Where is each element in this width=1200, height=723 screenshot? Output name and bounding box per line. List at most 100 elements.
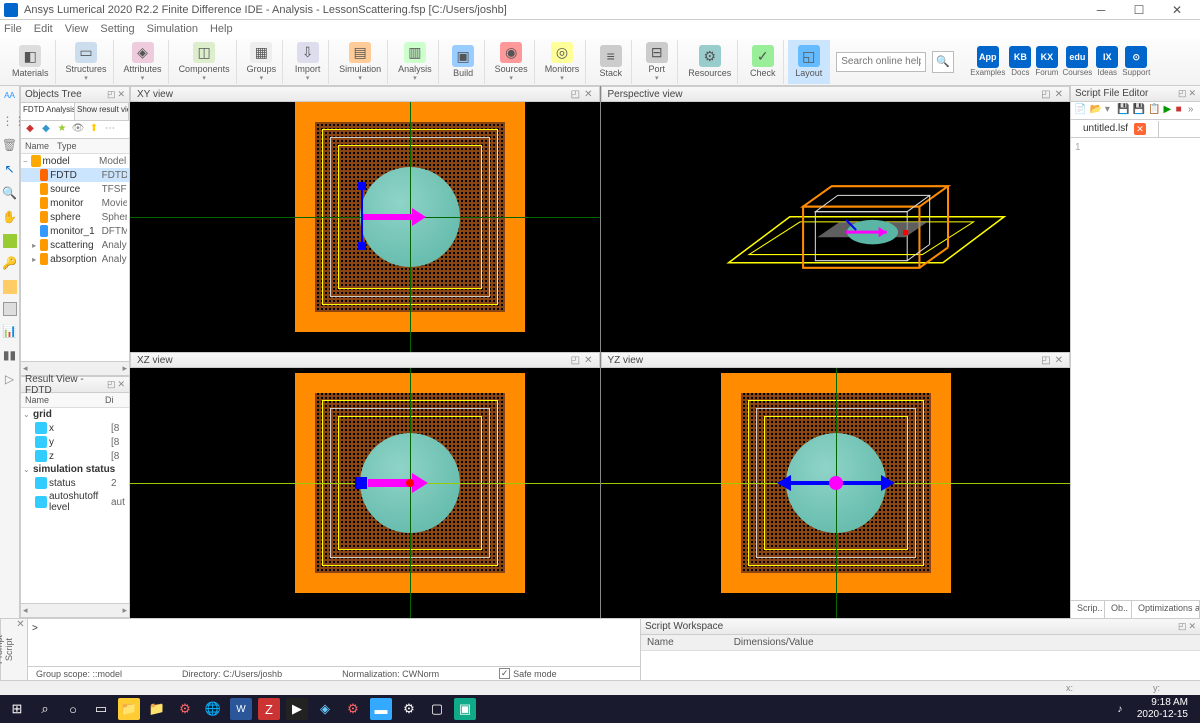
help-ix[interactable]: IX bbox=[1096, 46, 1118, 68]
ribbon-monitors[interactable]: ◎Monitors▾ bbox=[539, 40, 587, 84]
minimize-button[interactable]: ─ bbox=[1082, 0, 1120, 20]
tree-tool-6[interactable]: ⋯ bbox=[103, 123, 117, 137]
help-app[interactable]: App bbox=[977, 46, 999, 68]
script-tab-untitled[interactable]: untitled.lsf ✕ bbox=[1071, 121, 1159, 137]
panel-close-icon[interactable]: ✕ bbox=[117, 89, 125, 100]
help-kx[interactable]: KX bbox=[1036, 46, 1058, 68]
safe-mode-checkbox[interactable]: ✓Safe mode bbox=[499, 668, 557, 679]
search-button[interactable]: 🔍 bbox=[932, 51, 954, 73]
search-icon[interactable]: ⌕ bbox=[34, 698, 56, 720]
ribbon-check[interactable]: ✓Check bbox=[742, 40, 784, 84]
gear2-icon[interactable]: ⚙ bbox=[342, 698, 364, 720]
script-stop-icon[interactable]: ■ bbox=[1176, 104, 1185, 118]
tree-row[interactable]: sphereSphere bbox=[21, 210, 129, 224]
result-body[interactable]: ⌄gridx[8y[8z[8⌄simulation statusstatus2a… bbox=[21, 408, 129, 603]
script-saveall-icon[interactable]: 💾 bbox=[1133, 104, 1145, 118]
result-group[interactable]: ⌄simulation status bbox=[21, 463, 129, 476]
help-edu[interactable]: edu bbox=[1066, 46, 1088, 68]
right-tab-script[interactable]: Scrip.. bbox=[1071, 601, 1105, 618]
menu-view[interactable]: View bbox=[65, 23, 89, 35]
ribbon-resources[interactable]: ⚙Resources bbox=[682, 40, 738, 84]
gear1-icon[interactable]: ⚙ bbox=[174, 698, 196, 720]
result-item[interactable]: x[8 bbox=[21, 421, 129, 435]
script-new-icon[interactable]: 📄 bbox=[1074, 104, 1086, 118]
script-run-icon[interactable]: ▶ bbox=[1163, 104, 1172, 118]
viewport-perspective[interactable]: Perspective view◰✕ bbox=[601, 86, 1071, 352]
tree-row[interactable]: ▸scatteringAnalysis bbox=[21, 238, 129, 252]
explorer-icon[interactable]: 📁 bbox=[118, 698, 140, 720]
ribbon-materials[interactable]: ◧Materials bbox=[6, 40, 56, 84]
tree-tool-3[interactable]: ★ bbox=[55, 123, 69, 137]
script-open-icon[interactable]: 📂 bbox=[1089, 104, 1101, 118]
tree-row[interactable]: sourceTFSFSou bbox=[21, 182, 129, 196]
result-scroll[interactable]: ◂▸ bbox=[21, 603, 129, 617]
tab-show-result[interactable]: Show result view bbox=[75, 103, 129, 120]
vp-float-icon[interactable]: ◰ bbox=[571, 89, 580, 100]
tool-chart[interactable]: 📊 bbox=[2, 324, 18, 340]
ribbon-groups[interactable]: ▦Groups▾ bbox=[241, 40, 284, 84]
panel-float-icon[interactable]: ◰ bbox=[1178, 621, 1187, 632]
app2-icon[interactable]: Z bbox=[258, 698, 280, 720]
tree-tool-2[interactable]: ◆ bbox=[39, 123, 53, 137]
chrome-icon[interactable]: 🌐 bbox=[202, 698, 224, 720]
menu-simulation[interactable]: Simulation bbox=[147, 23, 198, 35]
prompt-input[interactable]: > bbox=[28, 619, 640, 666]
result-item[interactable]: autoshutoff levelaut bbox=[21, 490, 129, 514]
panel-close-icon[interactable]: ✕ bbox=[117, 379, 125, 390]
script-prompt-tab[interactable]: Script Prompt bbox=[0, 619, 14, 680]
right-tab-opt[interactable]: Optimizations a.. bbox=[1132, 601, 1200, 618]
tree-row[interactable]: −modelModel bbox=[21, 154, 129, 168]
tree-row[interactable]: monitorMovieM bbox=[21, 196, 129, 210]
prompt-close-icon[interactable]: ✕ bbox=[14, 619, 28, 680]
viewport-xy[interactable]: XY view◰✕ bbox=[130, 86, 600, 352]
panel-close-icon[interactable]: ✕ bbox=[1188, 88, 1196, 99]
vp-close-icon[interactable]: ✕ bbox=[584, 355, 592, 366]
vp-float-icon[interactable]: ◰ bbox=[1041, 89, 1050, 100]
tool-grid1[interactable] bbox=[3, 234, 17, 248]
menu-edit[interactable]: Edit bbox=[34, 23, 53, 35]
word-icon[interactable]: W bbox=[230, 698, 252, 720]
tool-layout[interactable] bbox=[3, 302, 17, 316]
script-drop-icon[interactable]: ▾ bbox=[1105, 104, 1114, 118]
result-item[interactable]: z[8 bbox=[21, 449, 129, 463]
vp-close-icon[interactable]: ✕ bbox=[1055, 89, 1063, 100]
app5-icon[interactable]: ▢ bbox=[426, 698, 448, 720]
settings-icon[interactable]: ⚙ bbox=[398, 698, 420, 720]
tool-zoom[interactable]: 🔍 bbox=[2, 186, 18, 202]
viewport-xz[interactable]: XZ view◰✕ bbox=[130, 352, 600, 618]
ribbon-sources[interactable]: ◉Sources▾ bbox=[489, 40, 535, 84]
tree-tool-5[interactable]: ⬆ bbox=[87, 123, 101, 137]
menu-help[interactable]: Help bbox=[210, 23, 233, 35]
script-editor-body[interactable]: 1 bbox=[1071, 138, 1200, 600]
ribbon-stack[interactable]: ≡Stack bbox=[590, 40, 632, 84]
tool-arrow[interactable]: ↖ bbox=[2, 162, 18, 178]
tool-hand[interactable]: ✋ bbox=[2, 210, 18, 226]
search-input[interactable] bbox=[836, 52, 926, 72]
tool-aa[interactable]: ᴬᴬ bbox=[2, 90, 18, 106]
script-copy-icon[interactable]: 📋 bbox=[1148, 104, 1160, 118]
ribbon-attributes[interactable]: ◈Attributes▾ bbox=[118, 40, 169, 84]
taskbar-clock[interactable]: 9:18 AM 2020-12-15 bbox=[1137, 697, 1188, 721]
ribbon-import[interactable]: ⇩Import▾ bbox=[287, 40, 329, 84]
vp-float-icon[interactable]: ◰ bbox=[1041, 355, 1050, 366]
panel-float-icon[interactable]: ◰ bbox=[1178, 88, 1187, 99]
ribbon-port[interactable]: ⊟Port▾ bbox=[636, 40, 678, 84]
folder-icon[interactable]: 📁 bbox=[146, 698, 168, 720]
tree-tool-4[interactable]: 👁 bbox=[71, 123, 85, 137]
cortana-icon[interactable]: ○ bbox=[62, 698, 84, 720]
tool-dots[interactable]: ⋮⋮ bbox=[2, 114, 18, 130]
help-kb[interactable]: KB bbox=[1009, 46, 1031, 68]
script-save-icon[interactable]: 💾 bbox=[1117, 104, 1129, 118]
tree-body[interactable]: −modelModelFDTDFDTDsourceTFSFSoumonitorM… bbox=[21, 154, 129, 361]
maximize-button[interactable]: ☐ bbox=[1120, 0, 1158, 20]
result-item[interactable]: y[8 bbox=[21, 435, 129, 449]
script-more-icon[interactable]: » bbox=[1188, 104, 1197, 118]
app3-icon[interactable]: ◈ bbox=[314, 698, 336, 720]
right-tab-ob[interactable]: Ob.. bbox=[1105, 601, 1132, 618]
vp-close-icon[interactable]: ✕ bbox=[1055, 355, 1063, 366]
taskview-icon[interactable]: ▭ bbox=[90, 698, 112, 720]
ribbon-simulation[interactable]: ▤Simulation▾ bbox=[333, 40, 388, 84]
result-item[interactable]: status2 bbox=[21, 476, 129, 490]
ribbon-layout[interactable]: ◱Layout bbox=[788, 40, 830, 84]
tray-icon[interactable]: ♪ bbox=[1109, 698, 1131, 720]
